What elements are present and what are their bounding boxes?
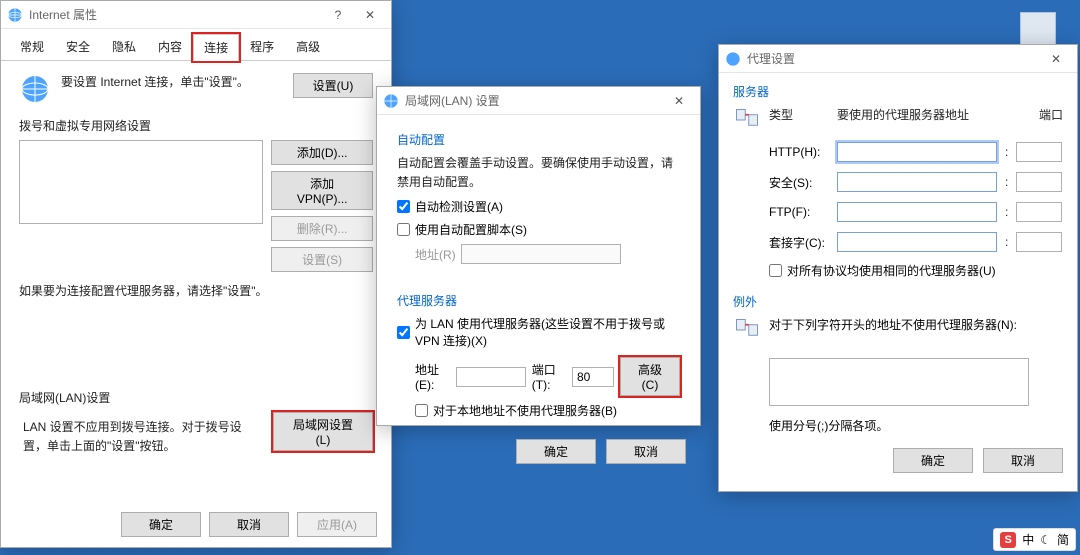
proxy-hint: 如果要为连接配置代理服务器，请选择"设置"。 xyxy=(19,282,373,299)
http-label: HTTP(H): xyxy=(769,145,829,159)
script-address-label: 地址(R) xyxy=(415,246,456,263)
colon: : xyxy=(1005,145,1008,159)
ime-mode: 简 xyxy=(1057,531,1069,548)
col-addr: 要使用的代理服务器地址 xyxy=(837,106,997,123)
window-title: 局域网(LAN) 设置 xyxy=(405,92,664,109)
colon: : xyxy=(1005,205,1008,219)
script-address-input xyxy=(461,244,621,264)
titlebar[interactable]: 代理设置 ✕ xyxy=(719,45,1077,73)
proxy-server-label: 代理服务器 xyxy=(397,292,680,309)
internet-options-window: Internet 属性 ? ✕ 常规 安全 隐私 内容 连接 程序 高级 要设置… xyxy=(0,0,392,548)
auto-config-label: 自动配置 xyxy=(397,131,680,148)
use-proxy-checkbox[interactable] xyxy=(397,326,410,339)
apply-button: 应用(A) xyxy=(297,512,377,537)
globe-icon xyxy=(725,51,741,67)
proxy-settings-window: 代理设置 ✕ 服务器 类型 要使用的代理服务器地址 端口 HTTP(H): : … xyxy=(718,44,1078,492)
proxy-addr-input[interactable] xyxy=(456,367,526,387)
lan-note: LAN 设置不应用到拨号连接。对于拨号设置，单击上面的"设置"按钮。 xyxy=(23,418,265,456)
dialup-label: 拨号和虚拟专用网络设置 xyxy=(19,117,373,134)
auto-detect-checkbox[interactable] xyxy=(397,200,410,213)
add-button[interactable]: 添加(D)... xyxy=(271,140,373,165)
secure-addr-input[interactable] xyxy=(837,172,997,192)
remove-button: 删除(R)... xyxy=(271,216,373,241)
col-type: 类型 xyxy=(769,106,829,123)
socks-label: 套接字(C): xyxy=(769,234,829,251)
bypass-local-label: 对于本地地址不使用代理服务器(B) xyxy=(433,402,617,419)
lan-settings-window: 局域网(LAN) 设置 ✕ 自动配置 自动配置会覆盖手动设置。要确保使用手动设置… xyxy=(376,86,701,426)
ftp-port-input[interactable] xyxy=(1016,202,1062,222)
tab-security[interactable]: 安全 xyxy=(55,33,101,60)
ok-button[interactable]: 确定 xyxy=(121,512,201,537)
globe-large-icon xyxy=(19,73,51,105)
use-proxy-label: 为 LAN 使用代理服务器(这些设置不用于拨号或 VPN 连接)(X) xyxy=(415,315,680,349)
cancel-button[interactable]: 取消 xyxy=(983,448,1063,473)
auto-detect-label: 自动检测设置(A) xyxy=(415,198,503,215)
secure-port-input[interactable] xyxy=(1016,172,1062,192)
close-button[interactable]: ✕ xyxy=(1041,48,1071,70)
same-proxy-label: 对所有协议均使用相同的代理服务器(U) xyxy=(787,262,996,279)
close-button[interactable]: ✕ xyxy=(664,90,694,112)
ime-badge-icon: S xyxy=(1000,532,1016,548)
window-title: Internet 属性 xyxy=(29,6,323,23)
http-port-input[interactable] xyxy=(1016,142,1062,162)
auto-script-label: 使用自动配置脚本(S) xyxy=(415,221,527,238)
col-port: 端口 xyxy=(1005,106,1063,123)
socks-port-input[interactable] xyxy=(1016,232,1062,252)
close-button[interactable]: ✕ xyxy=(355,4,385,26)
add-vpn-button[interactable]: 添加 VPN(P)... xyxy=(271,171,373,210)
proxy-port-label: 端口(T): xyxy=(532,361,566,392)
tab-privacy[interactable]: 隐私 xyxy=(101,33,147,60)
network-icon xyxy=(733,106,761,134)
secure-label: 安全(S): xyxy=(769,174,829,191)
same-proxy-checkbox[interactable] xyxy=(769,264,782,277)
advanced-button[interactable]: 高级(C) xyxy=(620,357,680,396)
lan-section-label: 局域网(LAN)设置 xyxy=(19,389,373,406)
exceptions-textarea[interactable] xyxy=(769,358,1029,406)
ok-button[interactable]: 确定 xyxy=(516,439,596,464)
window-title: 代理设置 xyxy=(747,50,1041,67)
colon: : xyxy=(1005,235,1008,249)
setup-text: 要设置 Internet 连接，单击"设置"。 xyxy=(61,73,283,90)
cancel-button[interactable]: 取消 xyxy=(606,439,686,464)
colon: : xyxy=(1005,175,1008,189)
conn-settings-button: 设置(S) xyxy=(271,247,373,272)
titlebar[interactable]: Internet 属性 ? ✕ xyxy=(1,1,391,29)
tab-content[interactable]: 内容 xyxy=(147,33,193,60)
ime-bar[interactable]: S 中 ☾ 简 xyxy=(993,528,1076,551)
ftp-addr-input[interactable] xyxy=(837,202,997,222)
exceptions-text: 对于下列字符开头的地址不使用代理服务器(N): xyxy=(769,316,1063,333)
tab-connections[interactable]: 连接 xyxy=(193,34,239,61)
auto-config-text: 自动配置会覆盖手动设置。要确保使用手动设置，请禁用自动配置。 xyxy=(397,154,680,192)
servers-label: 服务器 xyxy=(733,83,1063,100)
lan-settings-button[interactable]: 局域网设置(L) xyxy=(273,412,373,451)
network-icon xyxy=(733,316,761,344)
globe-icon xyxy=(383,93,399,109)
setup-button[interactable]: 设置(U) xyxy=(293,73,373,98)
help-button[interactable]: ? xyxy=(323,4,353,26)
tab-programs[interactable]: 程序 xyxy=(239,33,285,60)
bypass-local-checkbox[interactable] xyxy=(415,404,428,417)
auto-script-checkbox[interactable] xyxy=(397,223,410,236)
titlebar[interactable]: 局域网(LAN) 设置 ✕ xyxy=(377,87,700,115)
http-addr-input[interactable] xyxy=(837,142,997,162)
proxy-addr-label: 地址(E): xyxy=(415,361,450,392)
connections-listbox[interactable] xyxy=(19,140,263,224)
tab-advanced[interactable]: 高级 xyxy=(285,33,331,60)
proxy-port-input[interactable] xyxy=(572,367,614,387)
ftp-label: FTP(F): xyxy=(769,205,829,219)
tab-general[interactable]: 常规 xyxy=(9,33,55,60)
exceptions-hint: 使用分号(;)分隔各项。 xyxy=(769,417,1063,434)
tabstrip: 常规 安全 隐私 内容 连接 程序 高级 xyxy=(1,29,391,61)
ime-lang: 中 xyxy=(1022,531,1034,548)
ok-button[interactable]: 确定 xyxy=(893,448,973,473)
exceptions-label: 例外 xyxy=(733,293,1063,310)
socks-addr-input[interactable] xyxy=(837,232,997,252)
cancel-button[interactable]: 取消 xyxy=(209,512,289,537)
moon-icon: ☾ xyxy=(1040,533,1051,547)
globe-icon xyxy=(7,7,23,23)
